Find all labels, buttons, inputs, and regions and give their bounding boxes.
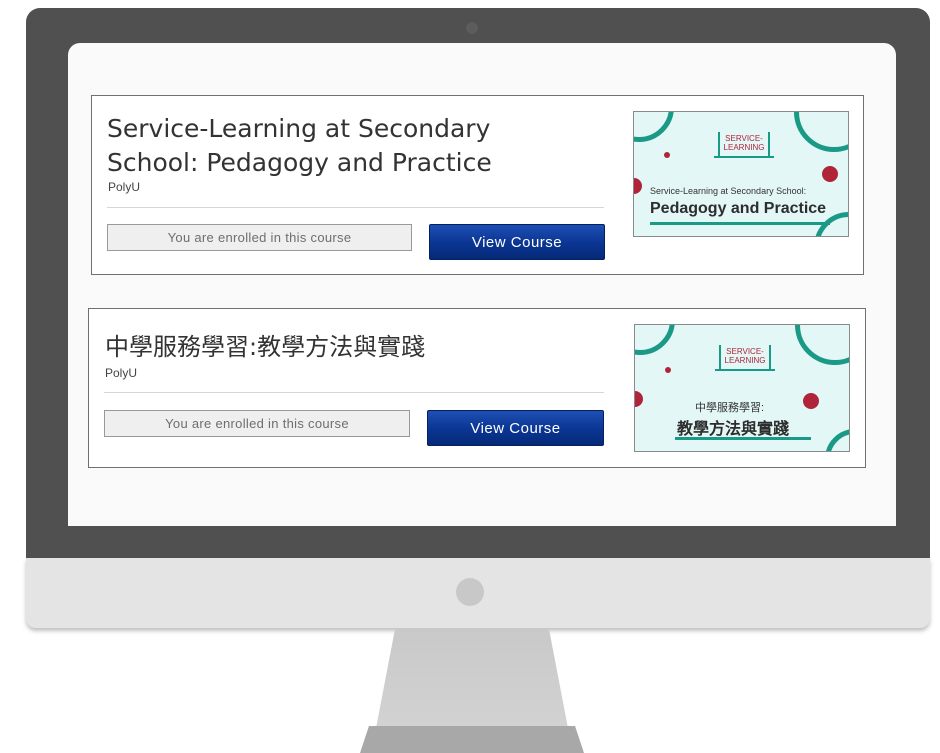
monitor-chin — [26, 558, 930, 628]
divider — [107, 207, 604, 208]
decor-dot — [664, 152, 670, 158]
book-icon — [715, 369, 775, 371]
thumbnail-subtitle: Service-Learning at Secondary School: — [650, 186, 807, 196]
thumbnail-underline — [650, 222, 830, 225]
camera-dot — [466, 22, 478, 34]
decor-arc — [794, 112, 848, 152]
service-learning-badge: SERVICE- LEARNING — [719, 345, 771, 371]
decor-dot — [665, 367, 671, 373]
thumbnail-title: 教學方法與實踐 — [677, 421, 790, 438]
divider — [104, 392, 604, 393]
thumbnail-title: Pedagogy and Practice — [650, 200, 827, 217]
view-course-button[interactable]: View Course — [427, 410, 604, 446]
monitor-bezel — [26, 8, 930, 558]
decor-dot — [635, 391, 643, 407]
badge-line: SERVICE- — [726, 347, 764, 356]
course-org: PolyU — [105, 366, 138, 380]
service-learning-badge: SERVICE- LEARNING — [718, 132, 770, 158]
monitor-stand — [376, 628, 568, 728]
decor-dot — [634, 178, 642, 194]
decor-dot — [803, 393, 819, 409]
course-card: Service-Learning at Secondary School: Pe… — [91, 95, 864, 275]
badge-line: SERVICE- — [725, 134, 763, 143]
decor-arc — [635, 325, 675, 355]
thumbnail-subtitle: 中學服務學習: — [695, 402, 765, 414]
monitor-stand-base — [360, 726, 584, 753]
course-org: PolyU — [108, 180, 141, 194]
course-thumbnail[interactable]: SERVICE- LEARNING Service-Learning at Se… — [633, 111, 849, 237]
book-icon — [714, 156, 774, 158]
course-title[interactable]: 中學服務學習:教學方法與實踐 — [105, 330, 585, 364]
course-title[interactable]: Service-Learning at Secondary School: Pe… — [107, 112, 587, 180]
power-button-icon — [456, 578, 484, 606]
view-course-button[interactable]: View Course — [429, 224, 605, 260]
thumbnail-underline — [675, 437, 811, 440]
decor-arc — [634, 112, 674, 142]
decor-arc — [825, 429, 849, 451]
enrolled-status: You are enrolled in this course — [104, 410, 410, 437]
course-card: 中學服務學習:教學方法與實踐 PolyU You are enrolled in… — [88, 308, 866, 468]
badge-line: LEARNING — [724, 356, 766, 365]
badge-line: LEARNING — [723, 143, 765, 152]
decor-dot — [822, 166, 838, 182]
decor-arc — [795, 325, 849, 365]
enrolled-status: You are enrolled in this course — [107, 224, 412, 251]
course-thumbnail[interactable]: SERVICE- LEARNING 中學服務學習: 教學方法與實踐 — [634, 324, 850, 452]
